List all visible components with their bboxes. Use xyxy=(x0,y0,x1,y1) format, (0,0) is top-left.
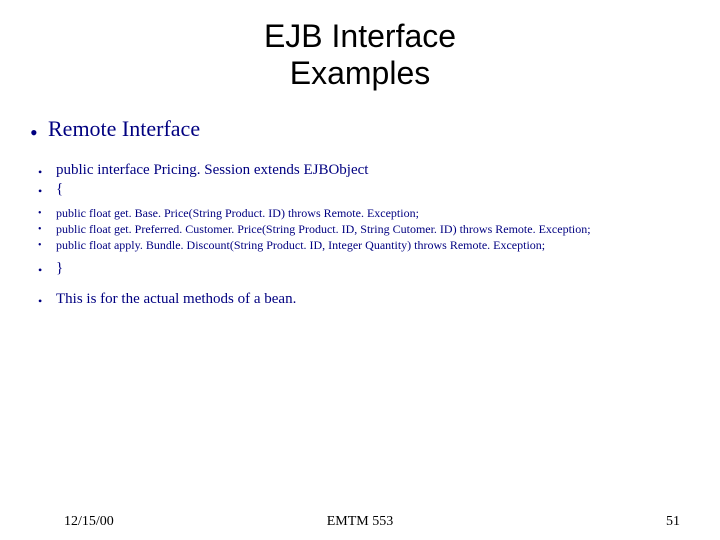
bullet-dot-icon: • xyxy=(38,222,56,235)
code-line: • { xyxy=(30,181,700,198)
bullet-dot-icon: • xyxy=(30,116,48,144)
spacer xyxy=(30,279,700,291)
bullet-dot-icon: • xyxy=(38,162,56,178)
slide-title: EJB Interface Examples xyxy=(0,18,720,92)
bullet-dot-icon: • xyxy=(38,238,56,251)
code-text: } xyxy=(56,260,700,277)
footer-center: EMTM 553 xyxy=(0,514,720,530)
code-text: public float apply. Bundle. Discount(Str… xyxy=(56,238,700,253)
note-text: This is for the actual methods of a bean… xyxy=(56,291,700,308)
title-line-2: Examples xyxy=(290,55,431,91)
code-line: • } xyxy=(30,260,700,277)
title-line-1: EJB Interface xyxy=(264,18,456,54)
bullet-dot-icon: • xyxy=(38,291,56,307)
code-line-small: • public float get. Preferred. Customer.… xyxy=(30,222,700,237)
footer-page-number: 51 xyxy=(666,514,680,530)
heading-bullet: • Remote Interface xyxy=(30,116,700,144)
bullet-dot-icon: • xyxy=(38,206,56,219)
note-bullet: • This is for the actual methods of a be… xyxy=(30,291,700,308)
code-text: public float get. Base. Price(String Pro… xyxy=(56,206,700,221)
code-text: { xyxy=(56,181,700,198)
code-line-small: • public float get. Base. Price(String P… xyxy=(30,206,700,221)
code-line-small: • public float apply. Bundle. Discount(S… xyxy=(30,238,700,253)
code-text: public interface Pricing. Session extend… xyxy=(56,162,700,179)
bullet-dot-icon: • xyxy=(38,181,56,197)
content-area: • Remote Interface • public interface Pr… xyxy=(0,116,720,308)
heading-text: Remote Interface xyxy=(48,116,700,142)
slide: EJB Interface Examples • Remote Interfac… xyxy=(0,18,720,540)
code-line: • public interface Pricing. Session exte… xyxy=(30,162,700,179)
bullet-dot-icon: • xyxy=(38,260,56,276)
code-text: public float get. Preferred. Customer. P… xyxy=(56,222,700,237)
